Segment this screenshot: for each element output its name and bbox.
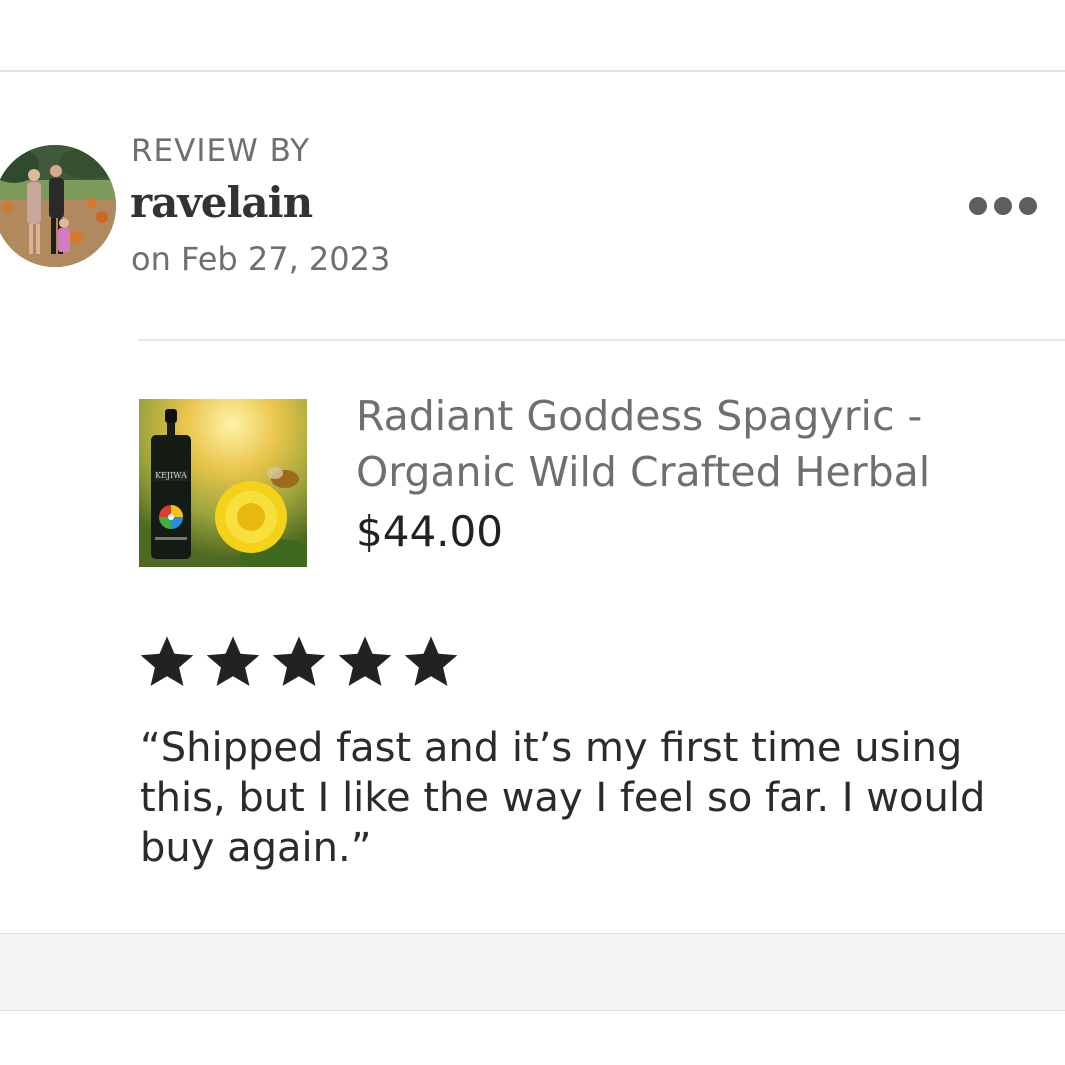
star-filled-icon <box>404 636 458 686</box>
more-horizontal-icon <box>994 197 1012 215</box>
section-separator <box>0 933 1065 1011</box>
product-title-link[interactable]: Radiant Goddess Spagyric - Organic Wild … <box>356 388 1036 500</box>
star-rating <box>138 632 460 690</box>
review-text: “Shipped fast and it’s my first time usi… <box>140 725 986 871</box>
star-filled-icon <box>140 636 194 686</box>
product-thumbnail[interactable]: KEJIWA <box>139 399 307 567</box>
more-options-button[interactable] <box>958 188 1048 224</box>
product-image-label: KEJIWA <box>155 471 187 480</box>
star-filled-icon <box>272 636 326 686</box>
reviewer-name[interactable]: ravelain <box>130 176 313 230</box>
review-inner-divider <box>138 339 1065 341</box>
avatar-photo <box>0 145 116 267</box>
star-filled-icon <box>206 636 260 686</box>
review-divider <box>0 70 1065 72</box>
previous-review-text: and I love the combo. <box>140 0 575 8</box>
product-image: KEJIWA <box>139 399 307 567</box>
more-horizontal-icon <box>1019 197 1037 215</box>
avatar[interactable] <box>0 145 116 267</box>
star-filled-icon <box>338 636 392 686</box>
review-date: on Feb 27, 2023 <box>131 240 391 278</box>
more-horizontal-icon <box>969 197 987 215</box>
review-by-label: REVIEW BY <box>131 133 311 169</box>
product-price: $44.00 <box>356 507 503 556</box>
